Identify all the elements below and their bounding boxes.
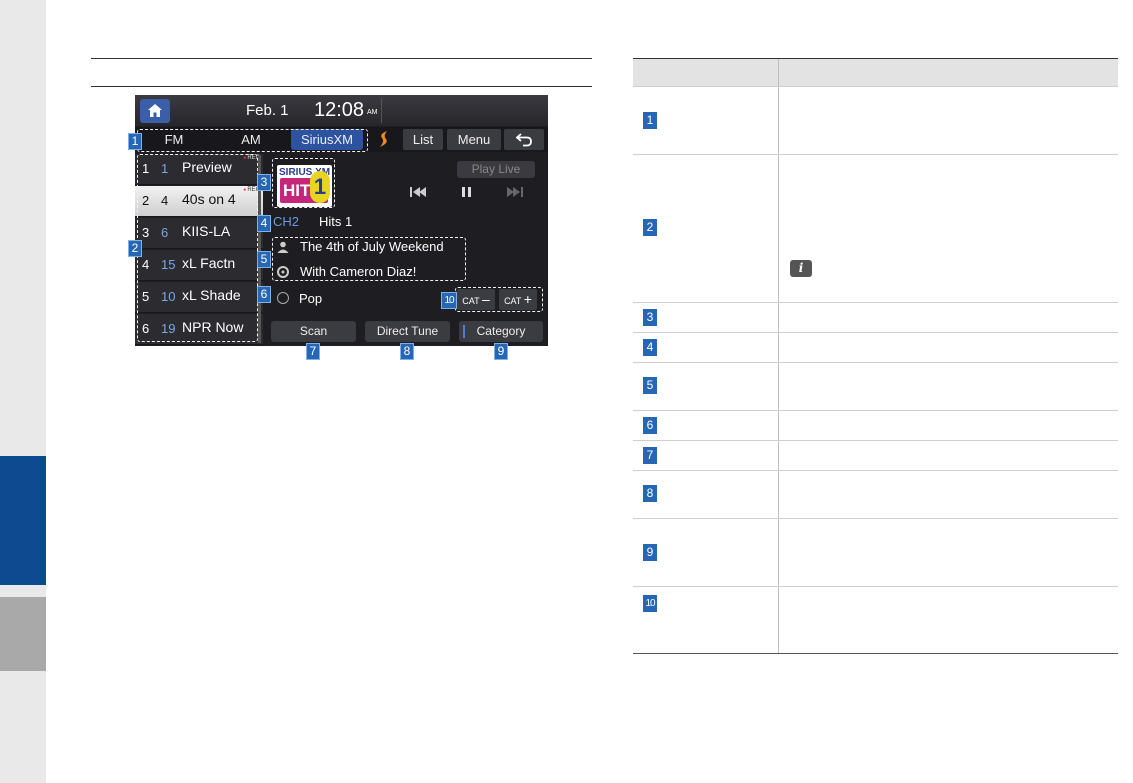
category-button[interactable]: Category bbox=[459, 321, 543, 342]
radio-screen: Feb. 1 12:08 AM FM AM SiriusXM List Menu… bbox=[135, 95, 548, 346]
back-arrow-icon bbox=[515, 133, 532, 147]
callout-3: 3 bbox=[257, 174, 271, 191]
callout-8: 8 bbox=[400, 343, 414, 360]
channel-name: Hits 1 bbox=[319, 214, 353, 229]
table-row-badge: 3 bbox=[643, 309, 657, 326]
table-column-divider bbox=[778, 59, 779, 654]
scan-button[interactable]: Scan bbox=[271, 321, 356, 342]
highlight-presets bbox=[137, 154, 258, 342]
table-row-divider bbox=[633, 470, 1118, 471]
table-bottom-rule bbox=[633, 653, 1118, 654]
play-live-button[interactable]: Play Live bbox=[457, 161, 535, 178]
skip-back-icon[interactable] bbox=[405, 183, 429, 201]
callout-10: 10 bbox=[441, 292, 457, 309]
table-row-divider bbox=[633, 332, 1118, 333]
pause-icon[interactable] bbox=[454, 183, 478, 201]
highlight-logo bbox=[272, 158, 335, 208]
table-row-badge: 5 bbox=[643, 377, 657, 394]
table-row-badge: 10 bbox=[643, 595, 657, 612]
clock-display: 12:08 bbox=[314, 99, 365, 121]
highlight-song-info bbox=[272, 237, 466, 281]
table-row-badge: 7 bbox=[643, 447, 657, 464]
table-row-divider bbox=[633, 154, 1118, 155]
channel-number: CH2 bbox=[273, 214, 300, 229]
highlight-cat-buttons bbox=[455, 287, 543, 312]
am-pm-indicator: AM bbox=[367, 109, 378, 116]
callout-9: 9 bbox=[494, 343, 508, 360]
category-indicator bbox=[463, 325, 465, 338]
table-row-divider bbox=[633, 440, 1118, 441]
table-row-divider bbox=[633, 86, 1118, 87]
table-row-divider bbox=[633, 410, 1118, 411]
category-button-label: Category bbox=[476, 324, 526, 338]
chapter-tab-active bbox=[0, 456, 46, 585]
table-row-divider bbox=[633, 302, 1118, 303]
section-rule-bottom bbox=[91, 86, 592, 87]
table-row-badge: 6 bbox=[643, 417, 657, 434]
table-row-divider bbox=[633, 586, 1118, 587]
table-row-badge: 2 bbox=[643, 219, 657, 236]
callout-4: 4 bbox=[257, 215, 271, 232]
status-divider bbox=[381, 98, 382, 123]
chapter-tab-next bbox=[0, 597, 46, 671]
table-header bbox=[633, 59, 1118, 86]
callout-7: 7 bbox=[306, 343, 320, 360]
table-row-badge: 8 bbox=[643, 485, 657, 502]
list-button[interactable]: List bbox=[403, 129, 443, 150]
table-row-divider bbox=[633, 518, 1118, 519]
callout-6: 6 bbox=[257, 286, 271, 303]
skip-forward-icon[interactable] bbox=[504, 183, 528, 201]
table-row-badge: 4 bbox=[643, 339, 657, 356]
callout-5: 5 bbox=[257, 251, 271, 268]
table-row-badge: 9 bbox=[643, 544, 657, 561]
category-icon bbox=[277, 292, 289, 304]
siriusxm-logo-icon bbox=[380, 131, 387, 147]
home-button[interactable] bbox=[140, 99, 170, 123]
section-rule-top bbox=[91, 58, 592, 59]
category-name: Pop bbox=[299, 291, 323, 306]
table-row-badge: 1 bbox=[643, 112, 657, 129]
direct-tune-button[interactable]: Direct Tune bbox=[365, 321, 450, 342]
callout-2: 2 bbox=[128, 240, 142, 257]
callout-1: 1 bbox=[128, 133, 142, 150]
date-display: Feb. 1 bbox=[246, 102, 289, 119]
status-bar: Feb. 1 12:08 AM bbox=[135, 95, 548, 126]
highlight-tabs bbox=[137, 129, 368, 152]
info-note-icon: i bbox=[790, 260, 812, 277]
menu-button[interactable]: Menu bbox=[447, 129, 501, 150]
home-icon bbox=[148, 104, 162, 117]
table-row-divider bbox=[633, 362, 1118, 363]
back-button[interactable] bbox=[504, 129, 544, 150]
